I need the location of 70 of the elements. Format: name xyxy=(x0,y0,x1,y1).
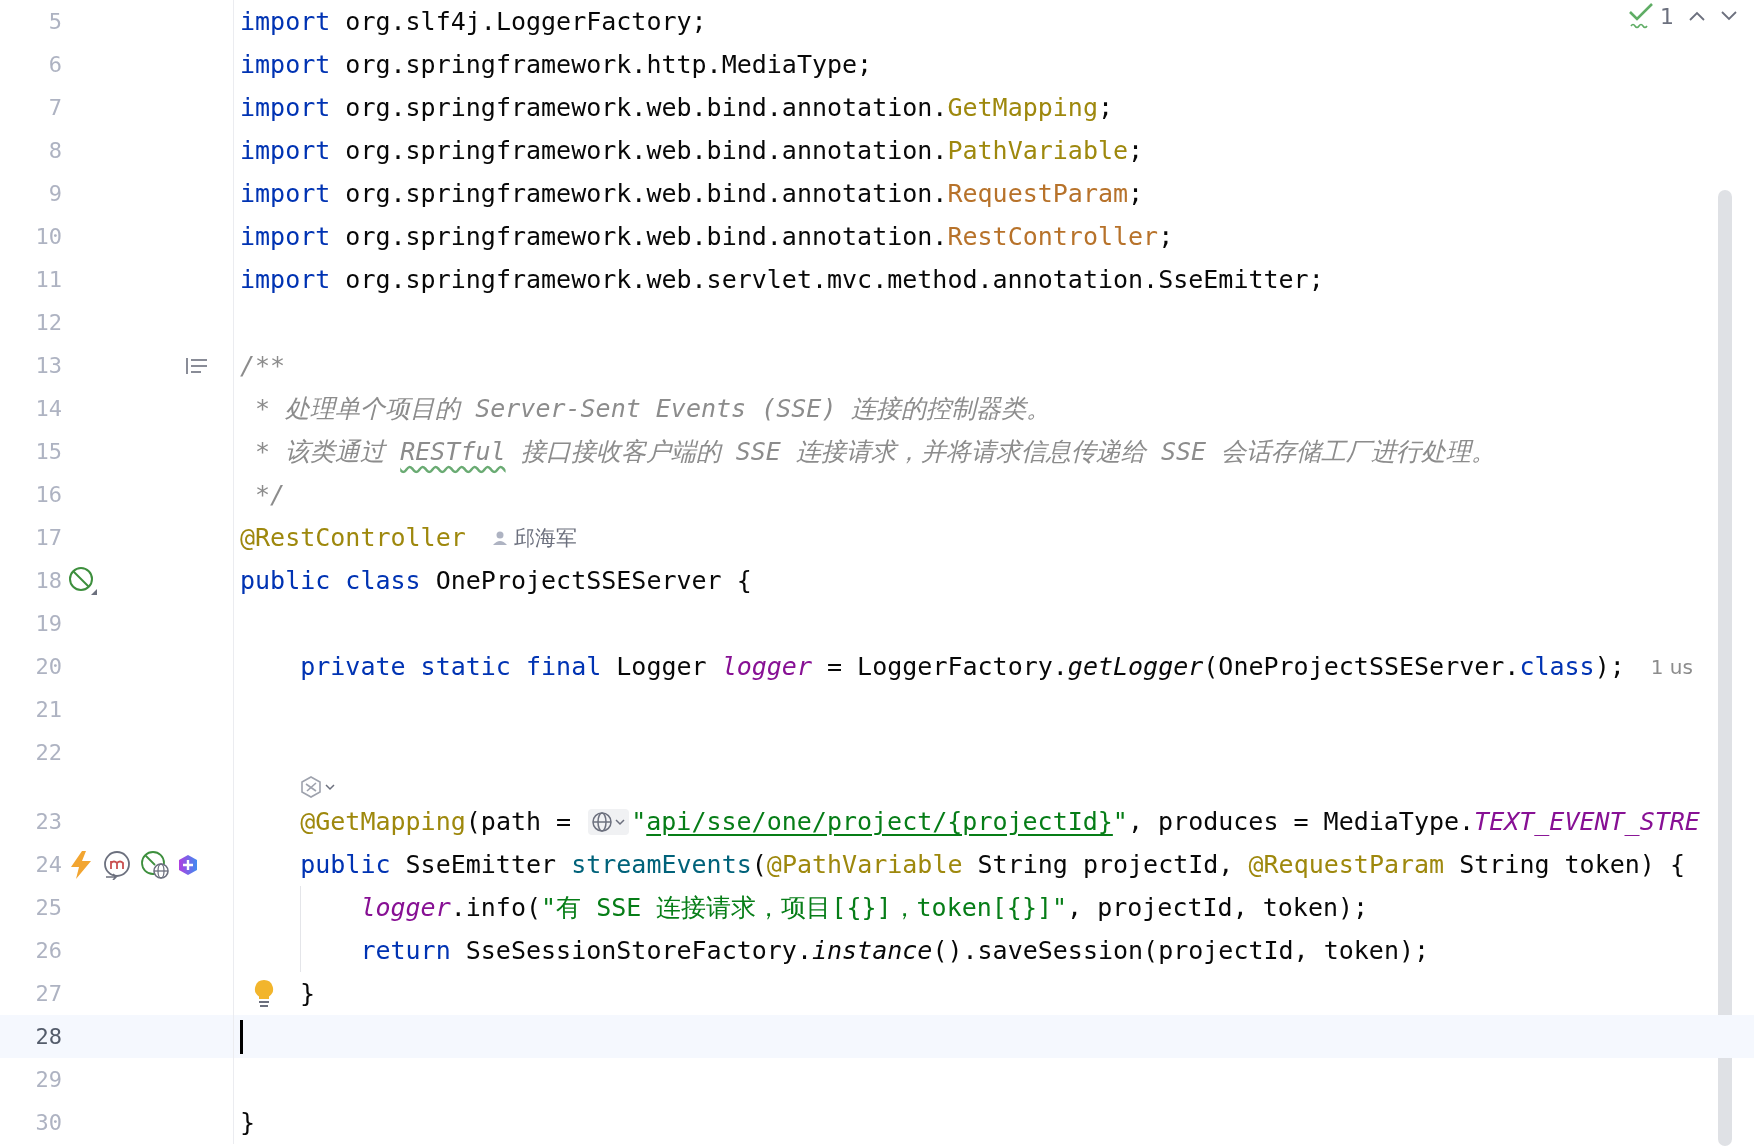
globe-dropdown-button[interactable] xyxy=(588,808,630,835)
line-number: 18 xyxy=(34,568,62,593)
hexagon-outline-icon xyxy=(300,776,322,798)
line-number: 13 xyxy=(34,353,62,378)
code-text: * 处理单个项目的 Server-Sent Events (SSE) 连接的控制器类。 xyxy=(254,393,1052,425)
next-button[interactable] xyxy=(1720,10,1738,22)
caret-icon xyxy=(614,817,627,826)
line-number: 15 xyxy=(34,439,62,464)
line-number: 21 xyxy=(34,697,62,722)
line-number: 30 xyxy=(34,1110,62,1135)
code-text: private static final Logger logger = LoggerFactory.getLogger(OneProjectSSEServer.class); xyxy=(299,652,1625,681)
line-number: 16 xyxy=(34,482,62,507)
chevron-down-icon xyxy=(1720,10,1738,22)
line-number: 14 xyxy=(34,396,62,421)
checkmark-icon[interactable] xyxy=(1628,2,1654,30)
line-number: 12 xyxy=(34,310,62,335)
paragraph-lines-icon[interactable] xyxy=(185,356,209,375)
code-text: public SseEmitter streamEvents(@PathVariable String projectId, @RequestParam String token) { xyxy=(299,850,1685,879)
line-number: 29 xyxy=(34,1067,62,1092)
code-text: @GetMapping(path = xyxy=(299,807,573,836)
line-number: 22 xyxy=(34,740,62,765)
line-number: 17 xyxy=(34,525,62,550)
code-text: /** xyxy=(240,351,286,380)
code-text: public class OneProjectSSEServer { xyxy=(240,566,752,595)
code-text: "api/sse/one/project/{projectId}", produces = MediaType.TEXT_EVENT_STRE xyxy=(631,807,1700,836)
code-text: import org.springframework.web.bind.annotation.RequestParam; xyxy=(240,179,1144,208)
line-number: 19 xyxy=(34,611,62,636)
code-text: return SseSessionStoreFactory.instance().saveSession(projectId, token); xyxy=(359,936,1430,965)
chevron-up-icon xyxy=(1688,10,1706,22)
line-number: 27 xyxy=(34,981,62,1006)
usage-hint[interactable]: 1 us xyxy=(1650,654,1693,679)
caret-icon xyxy=(324,783,336,791)
author-name[interactable]: 邱海军 xyxy=(513,523,577,552)
code-text: import org.slf4j.LoggerFactory; xyxy=(240,7,707,36)
lightbulb-icon[interactable] xyxy=(254,978,274,1009)
line-number: 10 xyxy=(34,224,62,249)
code-text: } xyxy=(240,1108,256,1137)
code-text: import org.springframework.web.bind.annotation.RestController; xyxy=(240,222,1174,251)
line-number: 11 xyxy=(34,267,62,292)
person-icon xyxy=(491,529,508,546)
hexagon-plus-icon[interactable] xyxy=(178,853,198,876)
code-text: @RestController xyxy=(240,523,466,552)
code-text: logger.info("有 SSE 连接请求，项目[{}]，token[{}]", projectId, token); xyxy=(359,892,1369,924)
code-text: } xyxy=(300,979,316,1008)
text-cursor xyxy=(240,1019,243,1054)
line-number: 8 xyxy=(47,138,62,163)
globe-badge-icon[interactable] xyxy=(140,849,170,880)
code-text: import org.springframework.web.servlet.mvc.method.annotation.SseEmitter; xyxy=(240,265,1324,294)
code-text: import org.springframework.web.bind.annotation.PathVariable; xyxy=(240,136,1144,165)
line-number: 7 xyxy=(47,95,62,120)
line-number: 5 xyxy=(47,9,62,34)
previous-button[interactable] xyxy=(1688,10,1706,22)
line-number: 9 xyxy=(47,181,62,206)
m-circle-icon[interactable] xyxy=(102,849,132,880)
line-number: 6 xyxy=(47,52,62,77)
scrollbar-thumb[interactable] xyxy=(1718,190,1732,1146)
line-number: 23 xyxy=(34,809,62,834)
line-number: 20 xyxy=(34,654,62,679)
line-number: 24 xyxy=(34,852,62,877)
problem-count: 1 xyxy=(1660,3,1674,29)
line-number: 26 xyxy=(34,938,62,963)
code-text: * 该类通过 RESTful 接口接收客户端的 SSE 连接请求，并将请求信息传递给 SSE 会话存储工厂进行处理。 xyxy=(254,436,1497,468)
line-number: 28 xyxy=(34,1024,62,1049)
globe-icon xyxy=(591,810,614,833)
code-text: import org.springframework.http.MediaType; xyxy=(240,50,873,79)
code-text: import org.springframework.web.bind.annotation.GetMapping; xyxy=(240,93,1113,122)
slashed-circle-icon[interactable] xyxy=(68,565,98,596)
line-number: 25 xyxy=(34,895,62,920)
hexagon-menu-button[interactable] xyxy=(300,776,336,798)
code-text: */ xyxy=(254,480,286,509)
